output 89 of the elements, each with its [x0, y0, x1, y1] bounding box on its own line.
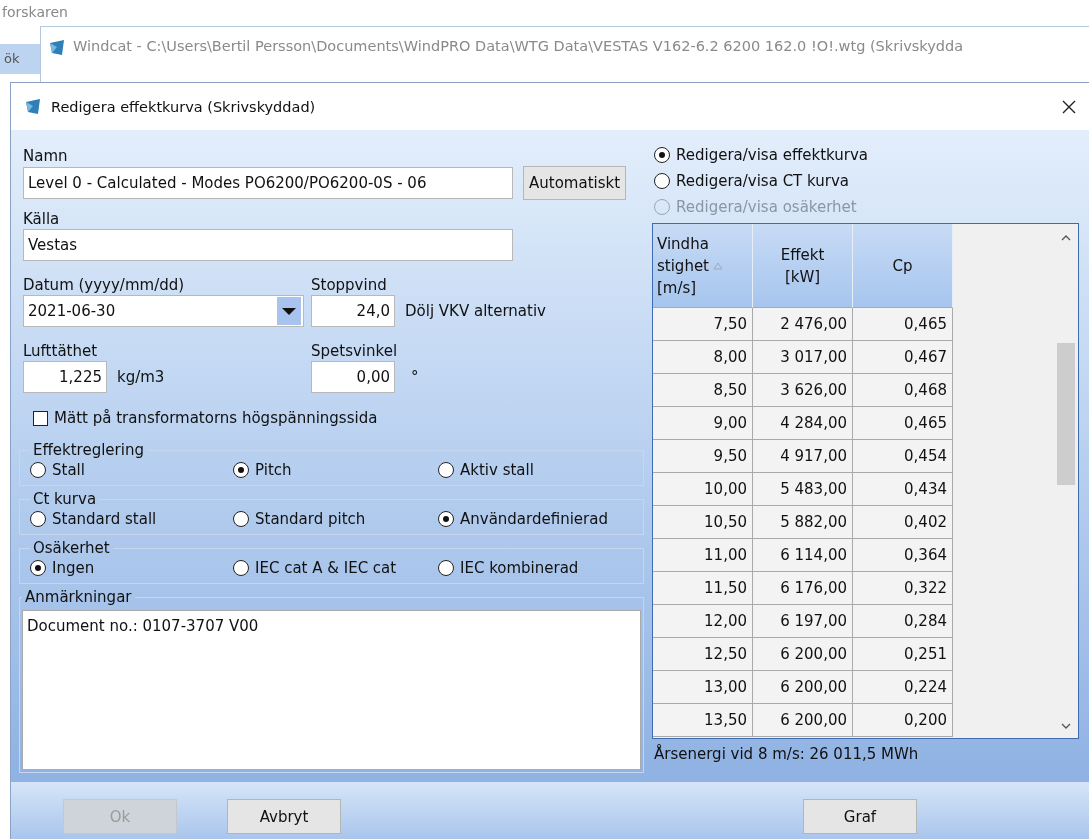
caret-icon: [277, 297, 301, 325]
name-field[interactable]: Level 0 - Calculated - Modes PO6200/PO6200-0S - 06: [23, 167, 513, 199]
table-cell: 13,50: [653, 704, 753, 737]
unit-label: kg/m3: [117, 368, 165, 386]
table-cell: 9,00: [653, 407, 753, 440]
table-cell: 12,50: [653, 638, 753, 671]
table-cell: 0,468: [853, 374, 953, 407]
table-cell: 5 882,00: [753, 506, 853, 539]
table-cell: 5 483,00: [753, 473, 853, 506]
table-cell: 6 200,00: [753, 671, 853, 704]
table-cell: 10,50: [653, 506, 753, 539]
unit-label: °: [411, 368, 419, 386]
table-cell: 4 917,00: [753, 440, 853, 473]
radio-button[interactable]: IEC cat A & IEC cat: [233, 559, 438, 577]
checkbox[interactable]: Mätt på transformatorns högspänningssida: [33, 409, 378, 427]
dialog-button[interactable]: Graf: [803, 799, 917, 834]
scroll-down-icon[interactable]: [1060, 722, 1072, 730]
toolbar-tab[interactable]: ök: [0, 44, 40, 74]
table-cell: 6 200,00: [753, 704, 853, 737]
table-cell: 4 284,00: [753, 407, 853, 440]
group-title: Effektreglering: [32, 441, 145, 459]
radio-button[interactable]: Aktiv stall: [438, 461, 639, 479]
radio-button[interactable]: Användardefinierad: [438, 510, 639, 528]
table-cell: 11,00: [653, 539, 753, 572]
air-density-field[interactable]: 1,225: [23, 361, 107, 393]
radio-button[interactable]: IEC kombinerad: [438, 559, 639, 577]
table-cell: 6 176,00: [753, 572, 853, 605]
table-cell: 9,50: [653, 440, 753, 473]
scroll-thumb[interactable]: [1057, 343, 1075, 485]
table-cell: 12,00: [653, 605, 753, 638]
radio-button[interactable]: Redigera/visa CT kurva: [652, 168, 1079, 194]
radio-button[interactable]: Standard pitch: [233, 510, 438, 528]
table-cell: 8,00: [653, 341, 753, 374]
annual-energy-text: Årsenergi vid 8 m/s: 26 011,5 MWh: [653, 745, 920, 763]
group-title: Ct kurva: [32, 490, 98, 508]
table-cell: 0,364: [853, 539, 953, 572]
table-cell: 3 626,00: [753, 374, 853, 407]
column-header[interactable]: Cp: [853, 224, 953, 308]
table-cell: 6 114,00: [753, 539, 853, 572]
column-header[interactable]: Vindha stighet [m/s]: [653, 224, 753, 308]
table-cell: 6 197,00: [753, 605, 853, 638]
field-label: Stoppvind: [311, 275, 388, 295]
radio-button[interactable]: Stall: [30, 461, 233, 479]
app-logo-icon: [47, 38, 67, 58]
close-icon[interactable]: [1061, 98, 1077, 115]
date-dropdown[interactable]: 2021-06-30: [23, 295, 304, 327]
table-cell: 0,434: [853, 473, 953, 506]
field-label: Lufttäthet: [23, 341, 99, 361]
field-label: Datum (yyyy/mm/dd): [23, 275, 186, 295]
table-cell: 13,00: [653, 671, 753, 704]
radio-button[interactable]: Redigera/visa effektkurva: [652, 142, 1079, 168]
remarks-field[interactable]: Document no.: 0107-3707 V00: [22, 610, 641, 770]
field-label: Källa: [23, 209, 61, 229]
group-title: Osäkerhet: [32, 539, 111, 557]
stop-wind-field[interactable]: 24,0: [311, 295, 395, 327]
table-cell: 0,224: [853, 671, 953, 704]
table-cell: 0,322: [853, 572, 953, 605]
radio-button[interactable]: Ingen: [30, 559, 233, 577]
table-cell: 7,50: [653, 308, 753, 341]
table-cell: 2 476,00: [753, 308, 853, 341]
table-cell: 0,200: [853, 704, 953, 737]
table-cell: 0,467: [853, 341, 953, 374]
source-field[interactable]: Vestas: [23, 229, 513, 261]
tip-angle-field[interactable]: 0,00: [311, 361, 395, 393]
app-title: forskaren: [2, 4, 68, 20]
app-logo-icon: [23, 96, 43, 117]
radio-button[interactable]: Pitch: [233, 461, 438, 479]
table-cell: 0,402: [853, 506, 953, 539]
window-title: Windcat - C:\Users\Bertil Persson\Documents\WindPRO Data\WTG Data\VESTAS V162-6.2 6200 162.0 !O!.wtg (Skrivskydda: [73, 38, 964, 54]
field-label: Namn: [23, 146, 69, 166]
column-header[interactable]: Effekt [kW]: [753, 224, 853, 308]
dialog-title: Redigera effektkurva (Skrivskyddad): [51, 98, 317, 115]
group-title: Anmärkningar: [24, 588, 133, 606]
scroll-up-icon[interactable]: [1060, 234, 1072, 242]
table-cell: 0,251: [853, 638, 953, 671]
table-cell: 0,454: [853, 440, 953, 473]
field-label: Spetsvinkel: [311, 341, 399, 361]
table-cell: 11,50: [653, 572, 753, 605]
table-cell: 3 017,00: [753, 341, 853, 374]
table-cell: 6 200,00: [753, 638, 853, 671]
auto-button[interactable]: Automatiskt: [523, 166, 627, 200]
table-cell: 0,284: [853, 605, 953, 638]
option-text: Dölj VKV alternativ: [405, 302, 546, 320]
dialog-button[interactable]: Avbryt: [227, 799, 341, 834]
radio-button[interactable]: Standard stall: [30, 510, 233, 528]
table-cell: 10,00: [653, 473, 753, 506]
table-cell: 0,465: [853, 407, 953, 440]
table-cell: 8,50: [653, 374, 753, 407]
table-cell: 0,465: [853, 308, 953, 341]
